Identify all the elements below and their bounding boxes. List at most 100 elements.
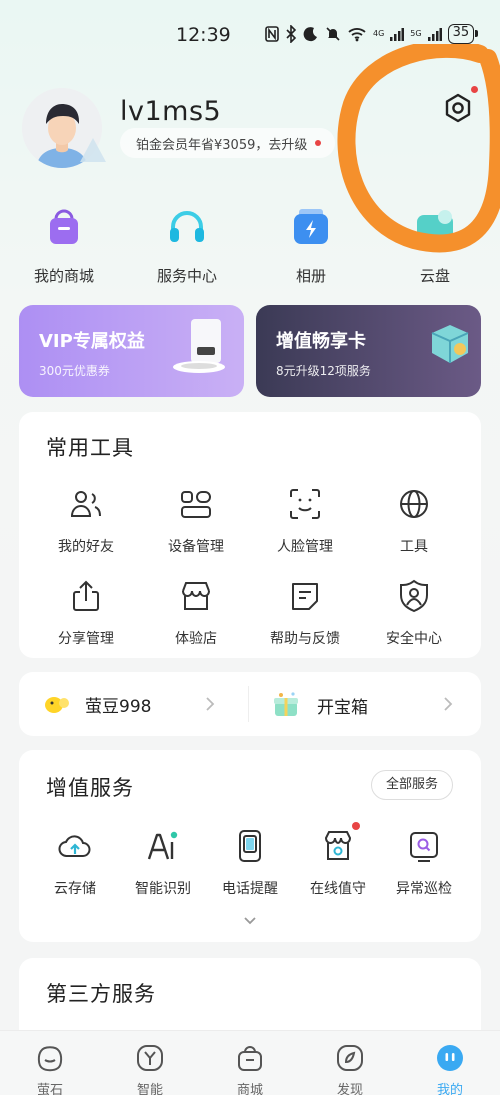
- nav-item-discover[interactable]: 发现: [300, 1043, 400, 1095]
- nav-label: 萤石: [36, 1083, 63, 1095]
- inspect-icon: [410, 832, 438, 862]
- device-manage-icon: [181, 491, 211, 518]
- tool-experience-store[interactable]: 体验店: [141, 578, 251, 648]
- value-card-subtitle: 8元升级12项服务: [276, 364, 371, 378]
- bluetooth-icon: [286, 25, 297, 43]
- service-anomaly-inspection[interactable]: 异常巡检: [369, 828, 479, 898]
- signal-icon: [427, 28, 442, 41]
- tool-label: 人脸管理: [277, 539, 333, 555]
- quick-entry-label: 服务中心: [156, 267, 217, 285]
- status-time: 12:39: [176, 24, 231, 46]
- mall-icon: [238, 1046, 262, 1071]
- tool-label: 我的好友: [58, 539, 114, 555]
- tool-label: 体验店: [175, 631, 217, 647]
- vip-benefits-card[interactable]: VIP专属权益 300元优惠券: [19, 305, 244, 397]
- settings-icon[interactable]: [440, 90, 476, 126]
- nav-item-me[interactable]: 我的: [400, 1043, 500, 1095]
- quick-entry-label: 云盘: [419, 267, 450, 285]
- vip-title: VIP专属权益: [39, 331, 145, 352]
- tool-label: 帮助与反馈: [270, 631, 340, 647]
- album-icon: [294, 209, 328, 244]
- nav-label: 商城: [236, 1083, 263, 1095]
- status-icons: 4G 5G 35: [265, 24, 478, 44]
- gift-box-icon: [274, 692, 298, 716]
- quick-entry-album[interactable]: 相册: [256, 205, 366, 286]
- quick-entry-label: 相册: [295, 267, 326, 285]
- value-services-panel: 增值服务 全部服务 云存储 智能识别 电话提醒 在线值守 异常巡检: [19, 750, 481, 942]
- moon-icon: [303, 27, 317, 42]
- quick-entry-cloud[interactable]: 云盘: [380, 205, 490, 286]
- tool-label: 安全中心: [386, 631, 442, 647]
- divider: [248, 686, 249, 722]
- vip-subtitle: 300元优惠券: [39, 364, 110, 378]
- smart-icon: [137, 1045, 163, 1071]
- cloud-drive-icon: [417, 210, 453, 243]
- nav-item-smart[interactable]: 智能: [100, 1043, 200, 1095]
- wifi-icon: [348, 28, 366, 42]
- network-4g: 4G: [373, 29, 385, 38]
- shopping-bag-icon: [50, 209, 78, 244]
- chevron-right-icon: [444, 697, 453, 711]
- signal-icon: [390, 28, 405, 41]
- notification-dot: [315, 140, 322, 146]
- avatar-decoration-icon: [80, 138, 106, 162]
- all-services-button[interactable]: 全部服务: [371, 770, 454, 800]
- discover-icon: [337, 1045, 363, 1071]
- quick-entry-label: 我的商城: [33, 267, 94, 285]
- tool-share-manage[interactable]: 分享管理: [31, 578, 141, 648]
- network-5g: 5G: [410, 29, 422, 38]
- tool-security-center[interactable]: 安全中心: [359, 578, 469, 648]
- expand-chevron-icon[interactable]: [243, 916, 257, 926]
- settings-badge-dot: [471, 86, 478, 93]
- robot-vacuum-station-icon: [173, 319, 225, 373]
- nav-item-mall[interactable]: 商城: [200, 1043, 300, 1095]
- shield-icon: [400, 579, 428, 613]
- tool-label: 设备管理: [168, 539, 224, 555]
- nav-item-home[interactable]: 萤石: [0, 1043, 100, 1095]
- value-card-title: 增值畅享卡: [276, 331, 366, 352]
- chevron-right-icon: [206, 697, 215, 711]
- tool-tools[interactable]: 工具: [359, 486, 469, 556]
- bottom-nav: 萤石 智能 商城 发现 我的: [0, 1030, 500, 1095]
- common-tools-panel: 常用工具 我的好友 设备管理 人脸管理 工具 分享管理 体验店 帮助与反馈 安全…: [19, 412, 481, 658]
- mute-icon: [326, 27, 340, 41]
- tool-friends[interactable]: 我的好友: [31, 486, 141, 556]
- username: lv1ms5: [120, 96, 222, 127]
- nav-label: 发现: [336, 1083, 363, 1095]
- share-icon: [73, 580, 99, 611]
- beans-entry[interactable]: 萤豆998: [43, 690, 151, 718]
- ai-icon: [147, 831, 178, 860]
- tool-face-manage[interactable]: 人脸管理: [250, 486, 360, 556]
- quick-entry-mall[interactable]: 我的商城: [9, 205, 119, 286]
- treasure-chest-icon: [431, 325, 469, 363]
- me-icon: [437, 1045, 463, 1071]
- member-promo-text: 铂金会员年省¥3059，去升级: [136, 137, 308, 153]
- headset-icon: [170, 211, 204, 242]
- globe-icon: [400, 490, 428, 518]
- face-icon: [290, 489, 320, 519]
- phone-icon: [239, 830, 261, 862]
- online-guard-badge-dot: [352, 822, 360, 830]
- tool-device-manage[interactable]: 设备管理: [141, 486, 251, 556]
- tool-help-feedback[interactable]: 帮助与反馈: [250, 578, 360, 648]
- tool-label: 工具: [400, 539, 428, 555]
- service-label: 异常巡检: [396, 881, 452, 897]
- beans-label: 萤豆998: [85, 696, 152, 717]
- home-icon: [37, 1046, 63, 1072]
- treasure-entry[interactable]: 开宝箱: [271, 690, 368, 720]
- feedback-icon: [292, 583, 318, 610]
- store-icon: [182, 582, 210, 610]
- cloud-upload-icon: [58, 835, 91, 857]
- nav-label: 我的: [436, 1083, 463, 1095]
- friends-icon: [70, 491, 101, 517]
- quick-entry-service[interactable]: 服务中心: [132, 205, 242, 286]
- member-upgrade-pill[interactable]: 铂金会员年省¥3059，去升级: [120, 128, 336, 158]
- online-guard-icon: [324, 831, 352, 860]
- value-card-promo[interactable]: 增值畅享卡 8元升级12项服务: [256, 305, 481, 397]
- nav-label: 智能: [136, 1083, 163, 1095]
- tools-title: 常用工具: [46, 436, 134, 460]
- third-party-title: 第三方服务: [46, 982, 156, 1006]
- rewards-panel: 萤豆998 开宝箱: [19, 672, 481, 736]
- nfc-icon: [265, 26, 279, 42]
- value-services-title: 增值服务: [46, 776, 134, 800]
